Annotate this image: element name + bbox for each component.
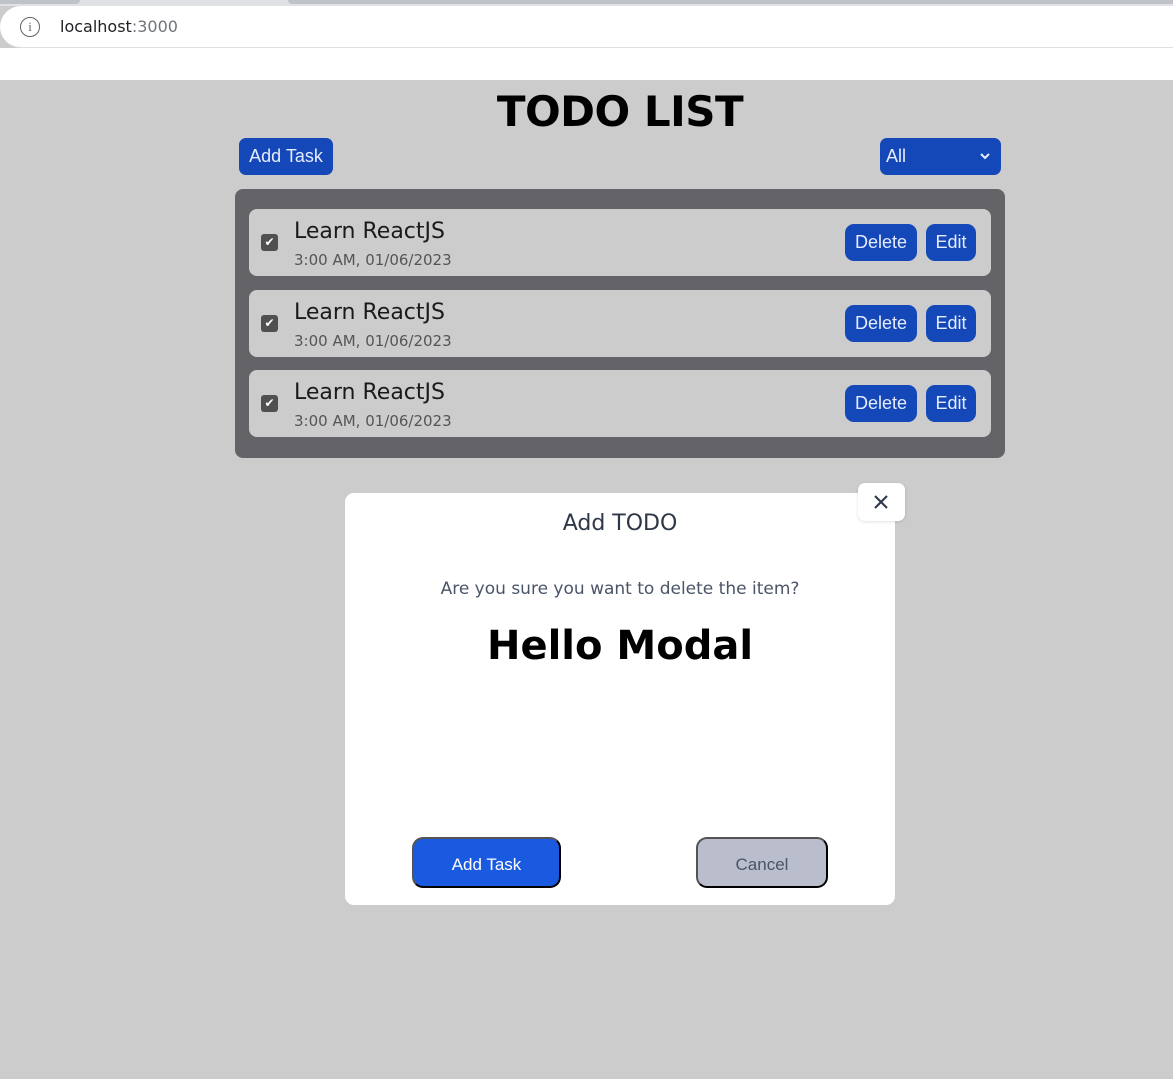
filter-selected-value: All — [886, 146, 907, 166]
todo-time: 3:00 AM, 01/06/2023 — [294, 332, 452, 350]
delete-button[interactable]: Delete — [845, 305, 917, 342]
todo-title: Learn ReactJS — [294, 380, 445, 405]
todo-item: ✔ Learn ReactJS 3:00 AM, 01/06/2023 Dele… — [249, 209, 991, 276]
delete-button[interactable]: Delete — [845, 224, 917, 261]
todo-time: 3:00 AM, 01/06/2023 — [294, 412, 452, 430]
todo-title: Learn ReactJS — [294, 300, 445, 325]
todo-title: Learn ReactJS — [294, 219, 445, 244]
close-icon — [874, 495, 888, 509]
edit-button[interactable]: Edit — [926, 224, 976, 261]
add-todo-modal: Add TODO Are you sure you want to delete… — [345, 493, 895, 905]
browser-tab[interactable] — [0, 0, 80, 4]
modal-heading: Hello Modal — [486, 623, 754, 669]
modal-question: Are you sure you want to delete the item… — [440, 579, 800, 599]
modal-cancel-button[interactable]: Cancel — [696, 837, 828, 888]
modal-close-button[interactable] — [858, 483, 905, 521]
add-task-button[interactable]: Add Task — [239, 138, 333, 175]
edit-button[interactable]: Edit — [926, 385, 976, 422]
edit-button[interactable]: Edit — [926, 305, 976, 342]
modal-title: Add TODO — [562, 511, 678, 536]
todo-item: ✔ Learn ReactJS 3:00 AM, 01/06/2023 Dele… — [249, 290, 991, 357]
delete-button[interactable]: Delete — [845, 385, 917, 422]
todo-item: ✔ Learn ReactJS 3:00 AM, 01/06/2023 Dele… — [249, 370, 991, 437]
chevron-down-icon — [979, 138, 991, 190]
address-bar[interactable]: i localhost:3000 — [0, 6, 1173, 48]
url-text[interactable]: localhost:3000 — [60, 17, 178, 37]
browser-tab[interactable] — [288, 0, 1173, 4]
todo-checkbox[interactable]: ✔ — [261, 395, 278, 412]
modal-add-task-button[interactable]: Add Task — [412, 837, 561, 888]
todo-time: 3:00 AM, 01/06/2023 — [294, 251, 452, 269]
info-icon[interactable]: i — [20, 17, 40, 37]
status-filter-select[interactable]: All — [880, 138, 1001, 175]
todo-checkbox[interactable]: ✔ — [261, 315, 278, 332]
todo-list: ✔ Learn ReactJS 3:00 AM, 01/06/2023 Dele… — [235, 189, 1005, 458]
browser-chrome-gap — [0, 48, 1173, 80]
page-title: TODO LIST — [496, 87, 744, 136]
todo-checkbox[interactable]: ✔ — [261, 234, 278, 251]
